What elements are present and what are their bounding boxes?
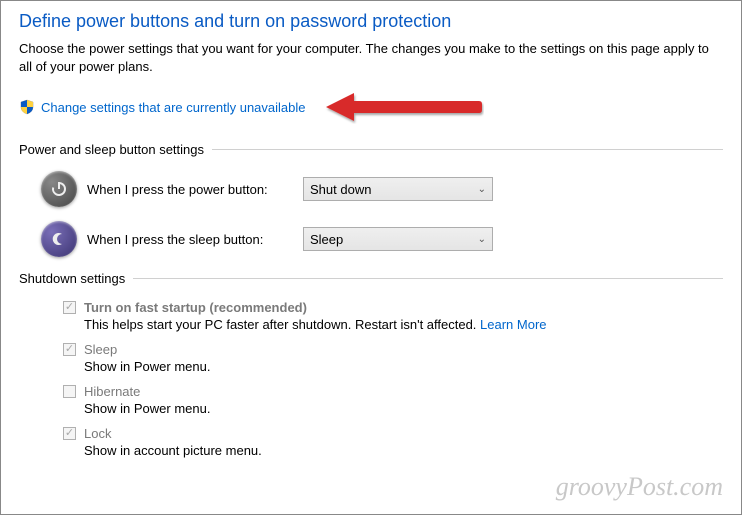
shutdown-item: ✓ Sleep Show in Power menu. bbox=[19, 342, 723, 374]
checkbox: ✓ bbox=[63, 343, 76, 356]
shutdown-item-description: Show in Power menu. bbox=[84, 359, 723, 374]
shutdown-item-label: Lock bbox=[84, 426, 111, 441]
checkmark-icon: ✓ bbox=[65, 344, 74, 355]
power-button-select[interactable]: Shut down ⌄ bbox=[303, 177, 493, 201]
select-value: Sleep bbox=[310, 232, 343, 247]
change-settings-row: Change settings that are currently unava… bbox=[19, 90, 723, 124]
page-description: Choose the power settings that you want … bbox=[19, 40, 719, 76]
shutdown-item: ✓ Turn on fast startup (recommended) This … bbox=[19, 300, 723, 332]
shutdown-item-description: Show in Power menu. bbox=[84, 401, 723, 416]
shutdown-item-description: Show in account picture menu. bbox=[84, 443, 723, 458]
chevron-down-icon: ⌄ bbox=[478, 234, 486, 245]
watermark: groovyPost.com bbox=[556, 472, 723, 502]
learn-more-link[interactable]: Learn More bbox=[480, 317, 546, 332]
chevron-down-icon: ⌄ bbox=[478, 184, 486, 195]
checkbox bbox=[63, 385, 76, 398]
page-title: Define power buttons and turn on passwor… bbox=[19, 11, 723, 32]
shutdown-settings-list: ✓ Turn on fast startup (recommended) This … bbox=[19, 300, 723, 458]
shutdown-item-label: Turn on fast startup (recommended) bbox=[84, 300, 307, 315]
checkbox: ✓ bbox=[63, 301, 76, 314]
shield-icon bbox=[19, 99, 35, 115]
checkbox-row: ✓ Lock bbox=[63, 426, 723, 441]
checkbox-row: ✓ Sleep bbox=[63, 342, 723, 357]
checkbox-row: Hibernate bbox=[63, 384, 723, 399]
sleep-icon bbox=[41, 221, 77, 257]
select-value: Shut down bbox=[310, 182, 371, 197]
change-settings-link[interactable]: Change settings that are currently unava… bbox=[41, 100, 306, 115]
sleep-button-select[interactable]: Sleep ⌄ bbox=[303, 227, 493, 251]
power-button-row: When I press the power button: Shut down… bbox=[19, 171, 723, 207]
divider bbox=[133, 278, 723, 279]
power-icon bbox=[41, 171, 77, 207]
checkmark-icon: ✓ bbox=[65, 428, 74, 439]
shutdown-item-label: Sleep bbox=[84, 342, 117, 357]
divider bbox=[212, 149, 723, 150]
sleep-button-row: When I press the sleep button: Sleep ⌄ bbox=[19, 221, 723, 257]
checkbox-row: ✓ Turn on fast startup (recommended) bbox=[63, 300, 723, 315]
section-header-shutdown: Shutdown settings bbox=[19, 271, 723, 286]
power-button-label: When I press the power button: bbox=[87, 182, 303, 197]
section-label: Shutdown settings bbox=[19, 271, 125, 286]
checkmark-icon: ✓ bbox=[65, 302, 74, 313]
shutdown-item: ✓ Lock Show in account picture menu. bbox=[19, 426, 723, 458]
sleep-button-label: When I press the sleep button: bbox=[87, 232, 303, 247]
shutdown-item-label: Hibernate bbox=[84, 384, 140, 399]
section-label: Power and sleep button settings bbox=[19, 142, 204, 157]
checkbox: ✓ bbox=[63, 427, 76, 440]
annotation-arrow-icon bbox=[324, 90, 484, 124]
shutdown-item-description: This helps start your PC faster after sh… bbox=[84, 317, 723, 332]
section-header-power-sleep: Power and sleep button settings bbox=[19, 142, 723, 157]
shutdown-item: Hibernate Show in Power menu. bbox=[19, 384, 723, 416]
